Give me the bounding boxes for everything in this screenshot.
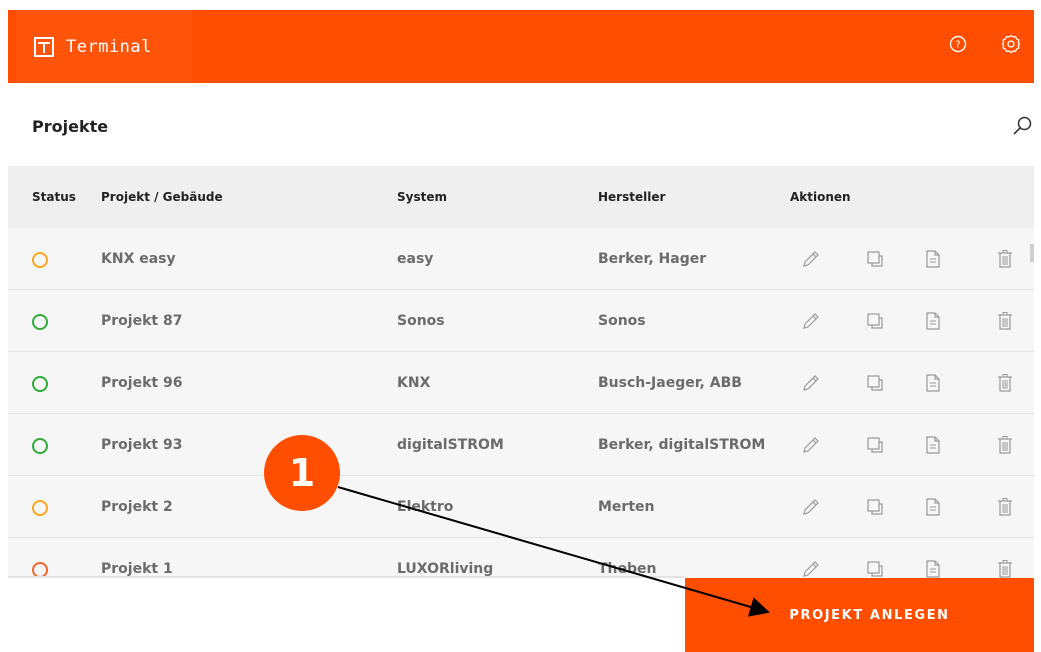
app-brand[interactable]: Terminal	[16, 10, 193, 83]
table-row[interactable]: KNX easy easy Berker, Hager	[8, 228, 1034, 290]
duplicate-icon[interactable]	[864, 372, 886, 394]
table-row[interactable]: Projekt 96 KNX Busch-Jaeger, ABB	[8, 352, 1034, 414]
document-icon[interactable]	[922, 558, 944, 578]
duplicate-icon[interactable]	[864, 434, 886, 456]
help-circle-icon[interactable]: ?	[948, 34, 968, 54]
trash-icon[interactable]	[994, 248, 1016, 270]
status-ok-icon	[32, 314, 48, 330]
system-name: LUXORliving	[397, 561, 494, 577]
project-name: Projekt 93	[101, 437, 183, 453]
column-header-status[interactable]: Status	[32, 190, 76, 204]
pencil-icon[interactable]	[800, 434, 822, 456]
search-icon[interactable]	[1012, 115, 1034, 137]
project-name: Projekt 87	[101, 313, 183, 329]
page-title: Projekte	[32, 117, 109, 136]
project-name: Projekt 2	[101, 499, 173, 515]
column-header-manufacturer[interactable]: Hersteller	[598, 190, 665, 204]
table-row[interactable]: Projekt 87 Sonos Sonos	[8, 290, 1034, 352]
app-header: Terminal ?	[8, 10, 1034, 83]
trash-icon[interactable]	[994, 372, 1016, 394]
table-header: Status Projekt / Gebäude System Herstell…	[8, 166, 1034, 228]
table-body: KNX easy easy Berker, Hager Projekt 87 Sonos…	[8, 228, 1034, 578]
status-pending-icon	[32, 252, 48, 268]
document-icon[interactable]	[922, 496, 944, 518]
table-row[interactable]: Projekt 1 LUXORliving Theben	[8, 538, 1034, 578]
project-name: KNX easy	[101, 251, 176, 267]
column-header-project[interactable]: Projekt / Gebäude	[101, 190, 223, 204]
document-icon[interactable]	[922, 248, 944, 270]
manufacturer-name: Theben	[598, 561, 657, 577]
app-title: Terminal	[66, 36, 152, 57]
document-icon[interactable]	[922, 310, 944, 332]
pencil-icon[interactable]	[800, 558, 822, 578]
duplicate-icon[interactable]	[864, 310, 886, 332]
pencil-icon[interactable]	[800, 248, 822, 270]
manufacturer-name: Berker, Hager	[598, 251, 707, 267]
section-bar: Projekte	[8, 97, 1034, 157]
trash-icon[interactable]	[994, 558, 1016, 578]
column-header-actions: Aktionen	[790, 190, 851, 204]
duplicate-icon[interactable]	[864, 496, 886, 518]
t-bracket-logo-icon	[34, 36, 54, 57]
gear-icon[interactable]	[1001, 34, 1021, 54]
table-scrollbar[interactable]	[1030, 244, 1034, 262]
pencil-icon[interactable]	[800, 310, 822, 332]
projects-table: Status Projekt / Gebäude System Herstell…	[8, 166, 1034, 578]
pencil-icon[interactable]	[800, 372, 822, 394]
system-name: digitalSTROM	[397, 437, 504, 453]
system-name: Elektro	[397, 499, 454, 515]
column-header-system[interactable]: System	[397, 190, 447, 204]
duplicate-icon[interactable]	[864, 248, 886, 270]
status-pending-icon	[32, 500, 48, 516]
table-row[interactable]: Projekt 2 Elektro Merten	[8, 476, 1034, 538]
duplicate-icon[interactable]	[864, 558, 886, 578]
pencil-icon[interactable]	[800, 496, 822, 518]
document-icon[interactable]	[922, 372, 944, 394]
status-ok-icon	[32, 376, 48, 392]
system-name: KNX	[397, 375, 431, 391]
manufacturer-name: Sonos	[598, 313, 646, 329]
project-name: Projekt 96	[101, 375, 183, 391]
status-ok-icon	[32, 438, 48, 454]
create-project-button[interactable]: PROJEKT ANLEGEN	[685, 578, 1034, 652]
manufacturer-name: Merten	[598, 499, 655, 515]
annotation-callout: 1	[264, 435, 340, 511]
svg-text:?: ?	[955, 40, 960, 51]
table-row[interactable]: Projekt 93 digitalSTROM Berker, digitalSTR…	[8, 414, 1034, 476]
trash-icon[interactable]	[994, 434, 1016, 456]
project-name: Projekt 1	[101, 561, 173, 577]
document-icon[interactable]	[922, 434, 944, 456]
system-name: Sonos	[397, 313, 445, 329]
table-bottom-divider	[8, 576, 684, 578]
trash-icon[interactable]	[994, 310, 1016, 332]
system-name: easy	[397, 251, 434, 267]
manufacturer-name: Berker, digitalSTROM	[598, 437, 766, 453]
trash-icon[interactable]	[994, 496, 1016, 518]
manufacturer-name: Busch-Jaeger, ABB	[598, 375, 742, 391]
